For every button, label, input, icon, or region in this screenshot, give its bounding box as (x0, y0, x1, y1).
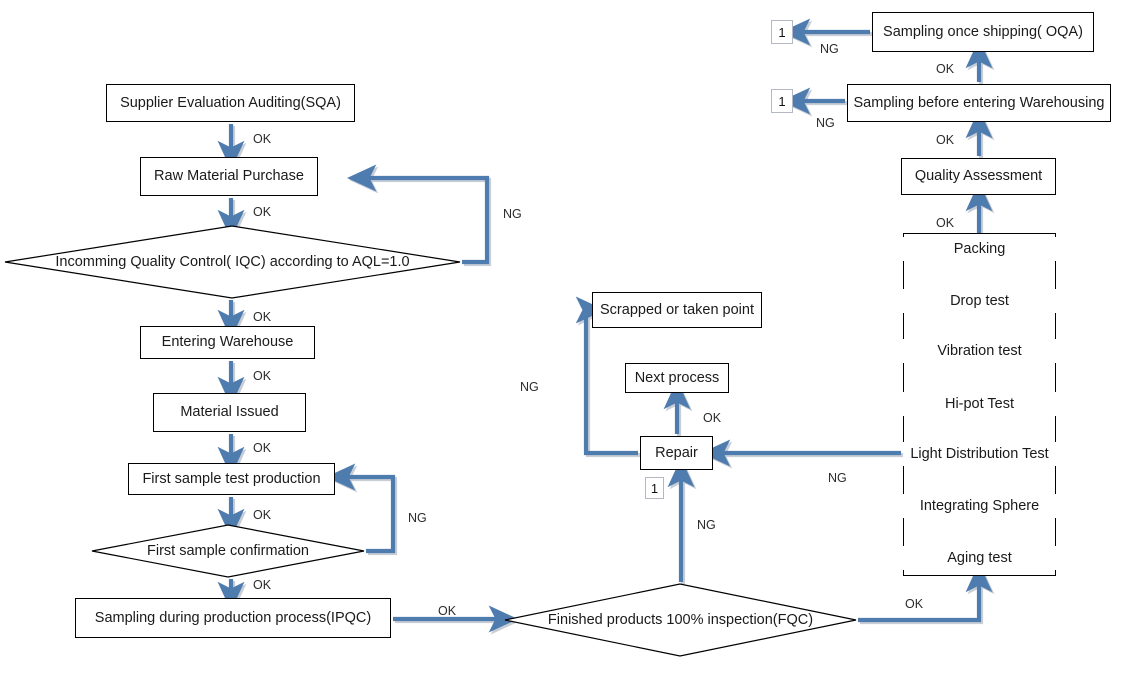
edge-label-text: NG (820, 42, 839, 56)
edge-label-beforewh-to-oqa: OK (936, 62, 954, 76)
node-label: Sampling before entering Warehousing (853, 94, 1105, 111)
edge-label-text: OK (253, 369, 272, 383)
edge-label-text: OK (253, 441, 272, 455)
edge-label-text: OK (936, 216, 955, 230)
connector-before-warehousing-one[interactable]: 1 (771, 89, 793, 113)
node-sampling-once-shipping[interactable]: Sampling once shipping( OQA) (872, 12, 1094, 52)
flowchart-canvas: Supplier Evaluation Auditing(SQA) Raw Ma… (0, 0, 1130, 679)
connector-label: 1 (778, 24, 786, 40)
edge-label-beforewh-ng-to-conn: NG (816, 116, 835, 130)
edge-label-text: OK (253, 132, 272, 146)
node-scrapped-or-taken-point[interactable]: Scrapped or taken point (592, 292, 762, 328)
node-quality-assessment[interactable]: Quality Assessment (901, 158, 1056, 195)
node-next-process[interactable]: Next process (625, 363, 729, 393)
edge-label-packing-to-quality: OK (936, 216, 954, 230)
node-hi-pot-test[interactable]: Hi-pot Test (903, 392, 1056, 416)
node-light-distribution-test[interactable]: Light Distribution Test (903, 442, 1056, 466)
edge-label-text: OK (253, 205, 272, 219)
node-label: Packing (953, 241, 1006, 257)
edge-label-text: OK (438, 604, 457, 618)
node-label: First sample test production (142, 470, 321, 487)
edge-label-conf-to-ipqc: OK (253, 578, 271, 592)
edge-label-text: OK (905, 597, 924, 611)
node-vibration-test[interactable]: Vibration test (903, 339, 1056, 363)
edge-label-text: NG (828, 471, 847, 485)
node-label: Integrating Sphere (919, 498, 1040, 514)
edge-label-oqa-ng-to-conn: NG (820, 42, 839, 56)
edge-label-text: NG (520, 380, 539, 394)
node-label: Entering Warehouse (161, 334, 294, 351)
node-raw-material-purchase[interactable]: Raw Material Purchase (140, 157, 318, 196)
node-packing[interactable]: Packing (903, 237, 1056, 261)
connector-label: 1 (778, 93, 786, 109)
node-label: Incomming Quality Control( IQC) accordin… (55, 254, 410, 270)
node-label: Sampling during production process(IPQC) (94, 609, 372, 626)
node-label: Quality Assessment (914, 168, 1043, 185)
node-label: Repair (655, 444, 698, 461)
edge-label-text: NG (408, 511, 427, 525)
edge-label-ipqc-to-fqc: OK (438, 604, 456, 618)
node-first-sample-confirmation-label: First sample confirmation (92, 539, 364, 563)
edge-label-text: NG (697, 518, 716, 532)
edge-label-text: OK (703, 411, 722, 425)
edge-label-repair-ok-to-next: OK (703, 411, 721, 425)
node-label: Scrapped or taken point (600, 301, 754, 318)
node-first-sample-test-production[interactable]: First sample test production (128, 463, 335, 495)
edge-label-iqc-to-entering: OK (253, 310, 271, 324)
edge-label-material-to-firstprod: OK (253, 441, 271, 455)
node-integrating-sphere[interactable]: Integrating Sphere (903, 494, 1056, 518)
node-repair[interactable]: Repair (640, 436, 713, 470)
node-sampling-during-production-process[interactable]: Sampling during production process(IPQC) (75, 598, 391, 638)
edge-label-text: NG (816, 116, 835, 130)
edge-label-raw-to-iqc: OK (253, 205, 271, 219)
node-material-issued[interactable]: Material Issued (153, 393, 306, 432)
edge-label-firstprod-to-conf: OK (253, 508, 271, 522)
edge-label-repair-ng-to-scrapped: NG (520, 380, 539, 394)
edge-label-fqc-ok-to-aging: OK (905, 597, 923, 611)
edge-label-text: OK (936, 62, 955, 76)
node-label: Raw Material Purchase (154, 168, 304, 185)
node-label: Sampling once shipping( OQA) (883, 23, 1083, 40)
node-label: Drop test (950, 293, 1009, 309)
edge-label-light-ng-to-repair: NG (828, 471, 847, 485)
edge-label-text: OK (936, 133, 955, 147)
edge-label-text: NG (503, 207, 522, 221)
node-sampling-before-entering-warehousing[interactable]: Sampling before entering Warehousing (847, 84, 1111, 122)
node-entering-warehouse[interactable]: Entering Warehouse (140, 326, 315, 359)
edge-label-quality-to-beforewh: OK (936, 133, 954, 147)
edge-label-text: OK (253, 508, 272, 522)
node-aging-test[interactable]: Aging test (903, 546, 1056, 570)
edge-label-text: OK (253, 578, 272, 592)
edge-label-conf-ng-to-firstprod: NG (408, 511, 427, 525)
edge-label-entering-to-material: OK (253, 369, 271, 383)
node-supplier-evaluation-auditing[interactable]: Supplier Evaluation Auditing(SQA) (106, 84, 355, 122)
node-incomming-quality-control-label: Incomming Quality Control( IQC) accordin… (5, 250, 460, 274)
node-label: Aging test (947, 550, 1012, 566)
node-label: Hi-pot Test (944, 396, 1015, 412)
node-fqc-label: Finished products 100% inspection(FQC) (505, 608, 856, 632)
connector-label: 1 (650, 480, 659, 496)
node-label: Next process (634, 369, 720, 386)
node-label: Light Distribution Test (910, 446, 1049, 462)
edge-label-iqc-ng-to-raw: NG (503, 207, 522, 221)
node-label: Finished products 100% inspection(FQC) (547, 612, 814, 628)
edge-label-sqa-to-raw: OK (253, 132, 271, 146)
edge-label-fqc-ng-to-repair: NG (697, 518, 716, 532)
node-label: Supplier Evaluation Auditing(SQA) (120, 94, 341, 111)
node-drop-test[interactable]: Drop test (903, 289, 1056, 313)
node-label: Vibration test (937, 343, 1022, 359)
connector-repair-one[interactable]: 1 (645, 477, 664, 499)
edge-label-text: OK (253, 310, 272, 324)
node-label: First sample confirmation (147, 543, 309, 559)
node-label: Material Issued (180, 404, 279, 421)
connector-oqa-one[interactable]: 1 (771, 20, 793, 44)
